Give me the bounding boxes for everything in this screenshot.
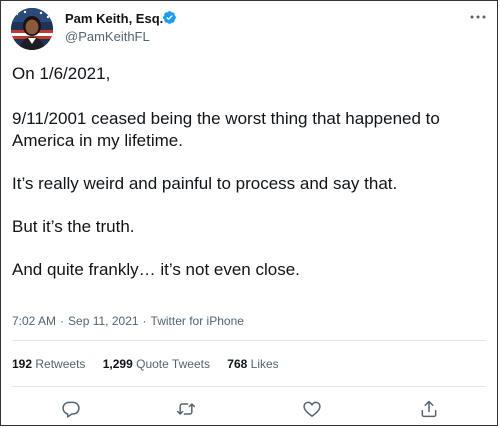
heart-icon [303,401,321,417]
tweet-card: Pam Keith, Esq. @PamKeithFL On 1/6/2021,… [0,0,498,426]
divider [12,340,486,341]
share-icon [421,400,437,418]
likes-label: Likes [250,357,279,371]
engagement-stats: 192 Retweets 1,299 Quote Tweets 768 Like… [12,357,293,371]
quote-tweets-stat[interactable]: 1,299 Quote Tweets [103,357,210,371]
share-button[interactable] [419,399,439,419]
tweet-paragraph: And quite frankly… it’s not even close. [12,260,300,279]
tweet-paragraph: But it’s the truth. [12,217,135,236]
quote-tweets-count: 1,299 [102,357,133,371]
likes-stat[interactable]: 768 Likes [227,357,278,371]
retweet-button[interactable] [176,399,196,419]
likes-count: 768 [227,357,248,371]
divider [12,386,486,387]
more-options-icon[interactable] [469,13,487,21]
retweets-count: 192 [12,357,33,371]
tweet-paragraph: On 1/6/2021, [12,64,111,83]
tweet-time[interactable]: 7:02 AM [12,314,56,328]
tweet-paragraph: It’s really weird and painful to process… [12,174,398,193]
like-button[interactable] [302,399,322,419]
tweet-metadata: 7:02 AM · Sep 11, 2021 · Twitter for iPhone [12,314,244,328]
action-bar [1,399,499,421]
meta-separator: · [142,314,147,328]
retweets-label: Retweets [35,357,86,371]
retweet-icon [176,403,196,415]
verified-badge-icon [163,11,176,24]
tweet-paragraph: 9/11/2001 ceased being the worst thing t… [12,109,440,150]
avatar[interactable] [11,8,53,50]
reply-button[interactable] [61,399,81,419]
author-name[interactable]: Pam Keith, Esq. [65,11,163,26]
tweet-source[interactable]: Twitter for iPhone [151,314,244,328]
reply-icon [62,401,80,418]
tweet-text: On 1/6/2021, 9/11/2001 ceased being the … [12,63,488,302]
author-handle[interactable]: @PamKeithFL [65,29,150,44]
quote-tweets-label: Quote Tweets [136,357,210,371]
retweets-stat[interactable]: 192 Retweets [12,357,85,371]
tweet-date[interactable]: Sep 11, 2021 [68,314,139,328]
meta-separator: · [60,314,65,328]
avatar-image [11,8,53,50]
